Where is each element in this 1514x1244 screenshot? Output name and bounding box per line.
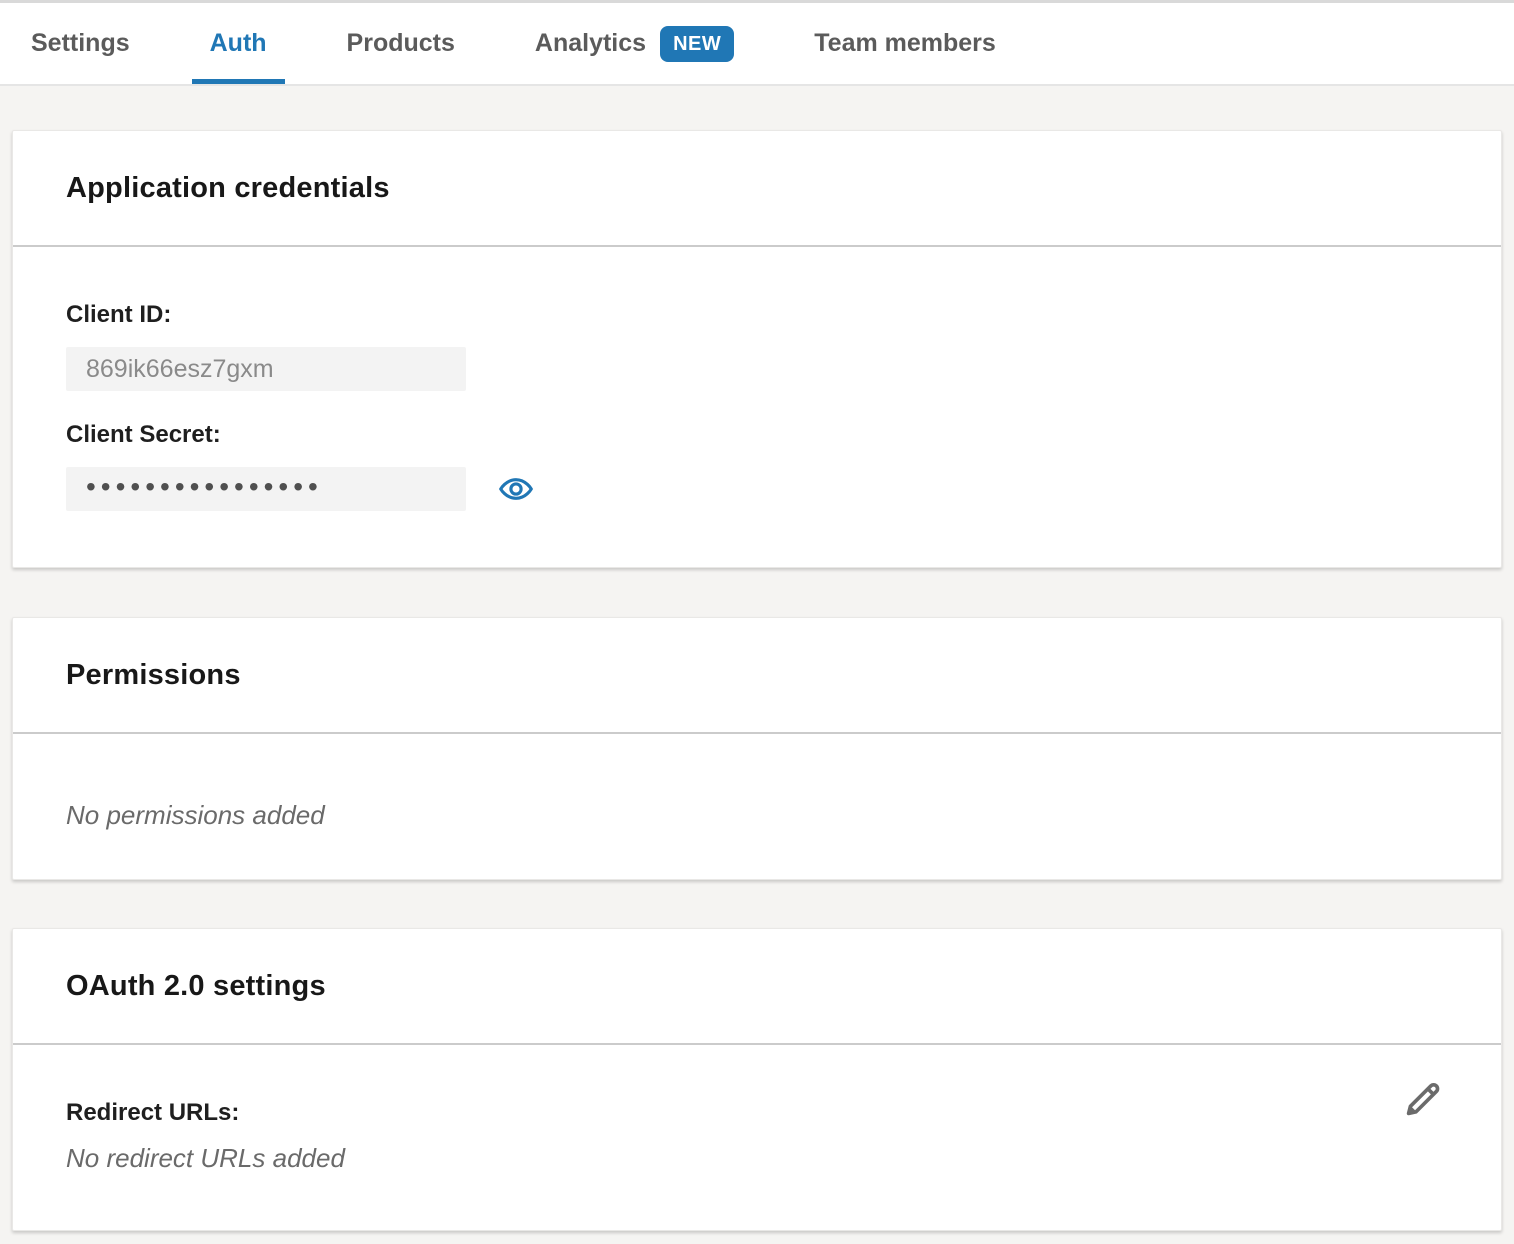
eye-icon[interactable] <box>498 471 534 507</box>
tab-label: Settings <box>31 29 130 58</box>
tab-products[interactable]: Products <box>329 3 473 84</box>
client-id-label: Client ID: <box>66 301 1448 329</box>
card-body: Redirect URLs: No redirect URLs added <box>13 1045 1501 1230</box>
client-id-field[interactable]: 869ik66esz7gxm <box>66 347 466 391</box>
tab-label: Products <box>347 29 455 58</box>
client-secret-label: Client Secret: <box>66 421 1448 449</box>
card-body: Client ID: 869ik66esz7gxm Client Secret:… <box>13 247 1501 567</box>
redirect-urls-empty-text: No redirect URLs added <box>66 1143 1448 1173</box>
client-id-value: 869ik66esz7gxm <box>86 355 274 384</box>
app-settings-page: Settings Auth Products Analytics NEW Tea… <box>0 0 1514 1244</box>
tab-label: Auth <box>210 29 267 58</box>
client-secret-row: •••••••••••••••• <box>66 467 1448 511</box>
permissions-empty-text: No permissions added <box>66 800 1448 830</box>
tab-analytics[interactable]: Analytics NEW <box>517 3 752 84</box>
tab-team-members[interactable]: Team members <box>796 3 1014 84</box>
card-header: Application credentials <box>13 131 1501 247</box>
tab-settings[interactable]: Settings <box>13 3 148 84</box>
oauth-settings-card: OAuth 2.0 settings Redirect URLs: No red… <box>12 928 1502 1231</box>
card-title: OAuth 2.0 settings <box>66 970 326 1003</box>
card-title: Permissions <box>66 659 241 692</box>
client-secret-field[interactable]: •••••••••••••••• <box>66 467 466 511</box>
permissions-card: Permissions No permissions added <box>12 617 1502 880</box>
card-title: Application credentials <box>66 172 390 205</box>
card-header: OAuth 2.0 settings <box>13 929 1501 1045</box>
tab-auth[interactable]: Auth <box>192 3 285 84</box>
redirect-urls-label: Redirect URLs: <box>66 1099 1448 1127</box>
application-credentials-card: Application credentials Client ID: 869ik… <box>12 130 1502 568</box>
card-header: Permissions <box>13 618 1501 734</box>
tab-label: Analytics <box>535 29 646 58</box>
tab-label: Team members <box>814 29 996 58</box>
client-secret-masked-value: •••••••••••••••• <box>86 473 323 501</box>
pencil-icon[interactable] <box>1399 1077 1445 1123</box>
tab-bar: Settings Auth Products Analytics NEW Tea… <box>0 0 1514 86</box>
new-badge: NEW <box>660 26 734 62</box>
card-body: No permissions added <box>13 734 1501 879</box>
main-content: Application credentials Client ID: 869ik… <box>0 130 1514 1231</box>
